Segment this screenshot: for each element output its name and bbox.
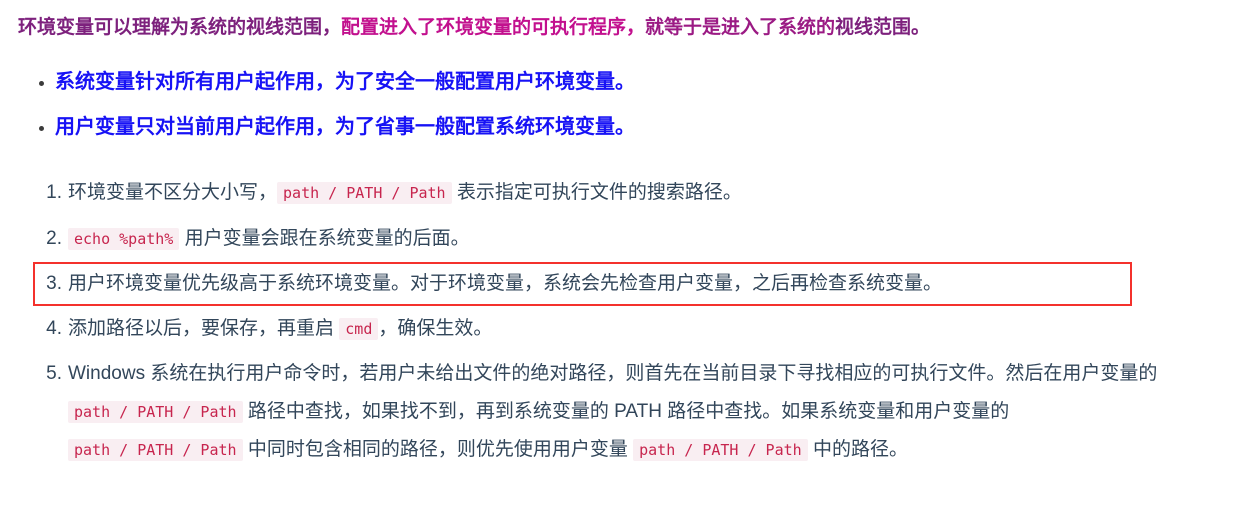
title-segment-d: 视线范围。 (835, 17, 931, 38)
title-segment-c: 就等于是进入了系统的 (645, 17, 836, 38)
inline-code: path / PATH / Path (633, 439, 808, 461)
list-item: 系统变量针对所有用户起作用，为了安全一般配置用户环境变量。 (0, 60, 635, 105)
bullet-point-icon (39, 125, 44, 131)
list-marker: 5. (46, 363, 62, 384)
inline-code: path / PATH / Path (277, 182, 452, 204)
list-item-content: 环境变量不区分大小写， path / PATH / Path 表示指定可执行文件的… (68, 182, 742, 204)
list-marker: 2. (46, 228, 62, 249)
list-item-content: Windows 系统在执行用户命令时，若用户未给出文件的绝对路径，则首先在当前目… (68, 363, 1163, 461)
document-page: 环境变量可以理解为系统的视线范围，配置进入了环境变量的可执行程序，就等于是进入了… (0, 0, 1234, 505)
inline-code: echo %path% (68, 228, 180, 250)
inline-code: path / PATH / Path (68, 439, 243, 461)
numbered-list-item-4: 4. 添加路径以后，要保存，再重启 cmd ，确保生效。 (0, 306, 1180, 352)
bullet-item-label: 用户变量只对当前用户起作用，为了省事一般配置系统环境变量。 (55, 116, 635, 138)
inline-code: path / PATH / Path (68, 401, 243, 423)
list-marker: 3. (46, 273, 62, 294)
inline-code: cmd (339, 318, 379, 340)
title-segment-b: 配置进入了环境变量的可执行程序， (341, 17, 646, 38)
title-segment-a: 环境变量可以理解为系统的视线范围， (18, 17, 342, 38)
list-item-content: 用户环境变量优先级高于系统环境变量。对于环境变量，系统会先检查用户变量，之后再检… (68, 273, 943, 294)
bullet-point-icon (39, 80, 44, 86)
list-item-content: echo %path% 用户变量会跟在系统变量的后面。 (68, 228, 470, 250)
page-title: 环境变量可以理解为系统的视线范围，配置进入了环境变量的可执行程序，就等于是进入了… (18, 15, 930, 41)
numbered-list: 1. 环境变量不区分大小写， path / PATH / Path 表示指定可执行… (0, 170, 1180, 473)
bullet-item-label: 系统变量针对所有用户起作用，为了安全一般配置用户环境变量。 (55, 71, 635, 93)
numbered-list-item-2: 2. echo %path% 用户变量会跟在系统变量的后面。 (0, 216, 1180, 262)
numbered-list-item-3-highlighted: 3. 用户环境变量优先级高于系统环境变量。对于环境变量，系统会先检查用户变量，之… (33, 262, 1132, 306)
numbered-list-item-1: 1. 环境变量不区分大小写， path / PATH / Path 表示指定可执行… (0, 170, 1180, 216)
bullet-list: 系统变量针对所有用户起作用，为了安全一般配置用户环境变量。 用户变量只对当前用户… (0, 60, 635, 150)
list-item: 用户变量只对当前用户起作用，为了省事一般配置系统环境变量。 (0, 105, 635, 150)
list-marker: 1. (46, 182, 62, 203)
list-marker: 4. (46, 318, 62, 339)
list-item-content: 添加路径以后，要保存，再重启 cmd ，确保生效。 (68, 318, 493, 340)
numbered-list-item-5: 5. Windows 系统在执行用户命令时，若用户未给出文件的绝对路径，则首先在… (0, 352, 1180, 473)
